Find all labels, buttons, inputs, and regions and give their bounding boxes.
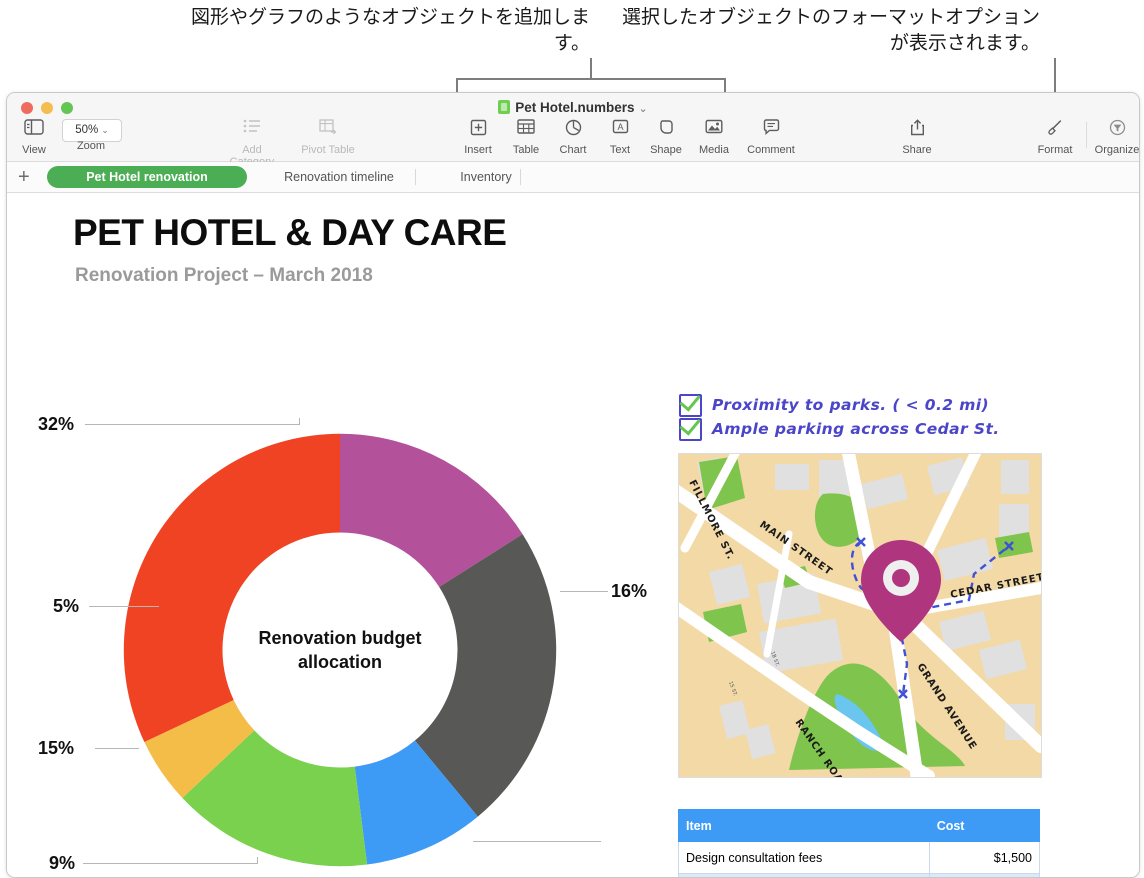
table-row[interactable]: Design consultation fees $1,500 (678, 841, 1041, 874)
table-cell-cost[interactable]: $2,650 (928, 873, 1041, 877)
numbers-window: Pet Hotel.numbers⌄ View 50%⌄ Zoom Add Ca… (6, 92, 1140, 878)
leader-line-5 (89, 606, 159, 607)
chevron-down-icon: ⌄ (101, 125, 109, 135)
toolbar-zoom-label: Zoom (76, 140, 106, 152)
document-title-text: Pet Hotel.numbers (515, 100, 635, 115)
leader-tick-9 (257, 857, 258, 864)
leader-line-23 (473, 841, 601, 842)
window-titlebar: Pet Hotel.numbers⌄ View 50%⌄ Zoom Add Ca… (7, 93, 1140, 168)
table-header-cost[interactable]: Cost (928, 809, 1041, 842)
leader-line-32 (85, 424, 300, 425)
comment-icon (739, 119, 803, 143)
budget-donut-chart[interactable]: Renovation budget allocation (105, 415, 575, 877)
location-map-image[interactable]: FILLMORE ST. MAIN STREET CEDAR STREET RA… (678, 453, 1042, 778)
toolbar-format-button[interactable]: Format (1023, 117, 1087, 156)
page-subtitle: Renovation Project – March 2018 (75, 265, 373, 286)
leader-tick-32 (299, 418, 300, 425)
toolbar-media-button[interactable]: Media (682, 117, 746, 156)
toolbar-add-category-button[interactable]: Add Category (220, 117, 284, 168)
pivot-table-icon (296, 119, 360, 143)
sheet-tab-bar: + Pet Hotel renovation Renovation timeli… (7, 162, 1139, 193)
chart-label-15: 15% (38, 738, 75, 758)
sheet-tab-pet-hotel-renovation[interactable]: Pet Hotel renovation (47, 166, 247, 188)
chart-label-16: 16% (611, 581, 648, 601)
chart-label-9: 9% (49, 853, 76, 873)
toolbar-format-label: Format (1037, 144, 1073, 156)
toolbar-comment-label: Comment (747, 144, 795, 156)
toolbar-pivot-table-label: Pivot Table (301, 144, 355, 156)
leader-line-9 (83, 863, 258, 864)
table-cell-cost[interactable]: $1,500 (928, 841, 1041, 874)
donut-slice[interactable] (123, 433, 340, 743)
checklist-item[interactable]: Ample parking across Cedar St. (679, 417, 1039, 441)
toolbar-view-button[interactable]: View (7, 117, 66, 156)
media-icon (682, 119, 746, 143)
toolbar-comment-button[interactable]: Comment (739, 117, 803, 156)
toolbar-organize-label: Organize (1094, 144, 1140, 156)
chart-label-5: 5% (53, 596, 80, 616)
sidebar-view-icon (7, 119, 66, 143)
sheet-tab-renovation-timeline[interactable]: Renovation timeline (249, 166, 429, 188)
zoom-select[interactable]: 50% ⌄ (62, 119, 122, 142)
document-title[interactable]: Pet Hotel.numbers ⌄ (7, 100, 1139, 115)
table-header-row: Item Cost (678, 809, 1041, 842)
format-brush-icon (1023, 119, 1087, 143)
callout-left-bracket-right (724, 78, 726, 92)
svg-text:A: A (617, 122, 623, 132)
toolbar-share-label: Share (902, 144, 932, 156)
callout-left-text: 図形やグラフのようなオブジェクトを追加します。 (190, 6, 590, 54)
list-icon (220, 119, 284, 143)
leader-line-16 (560, 591, 608, 592)
checklist-item[interactable]: Proximity to parks. ( < 0.2 mi) (679, 393, 1039, 417)
checklist-label: Ample parking across Cedar St. (712, 420, 1000, 438)
toolbar-media-label: Media (699, 144, 729, 156)
table-header-item[interactable]: Item (678, 809, 930, 842)
callout-left-bracket-left (456, 78, 458, 92)
callout-right-text: 選択したオブジェクトのフォーマットオプションが表示されます。 (621, 6, 1040, 54)
budget-table[interactable]: Item Cost Design consultation fees $1,50… (678, 809, 1041, 877)
handwritten-checklist: Proximity to parks. ( < 0.2 mi) Ample pa… (679, 393, 1039, 441)
table-cell-item[interactable]: Design consultation fees (678, 841, 930, 874)
tab-divider (415, 169, 416, 185)
toolbar-view-label: View (22, 144, 46, 156)
sheet-tab-inventory[interactable]: Inventory (419, 166, 553, 188)
toolbar-organize-button[interactable]: Organize (1085, 117, 1140, 156)
table-cell-item[interactable]: Flooring (678, 873, 930, 877)
sheet-canvas: PET HOTEL & DAY CARE Renovation Project … (7, 193, 1139, 877)
table-row[interactable]: Flooring $2,650 (678, 873, 1041, 877)
callout-left-stem (590, 58, 592, 79)
numbers-file-icon (498, 100, 511, 114)
tab-divider (520, 169, 521, 185)
checkbox-checked-icon[interactable] (679, 417, 702, 441)
donut-svg (123, 433, 557, 867)
chart-label-32: 32% (38, 414, 75, 434)
organize-icon (1085, 119, 1139, 143)
checklist-label: Proximity to parks. ( < 0.2 mi) (712, 396, 989, 414)
toolbar-share-button[interactable]: Share (885, 117, 949, 156)
zoom-value: 50% (75, 124, 99, 136)
share-icon (885, 119, 949, 143)
add-sheet-button[interactable]: + (18, 166, 30, 188)
leader-line-15 (95, 748, 139, 749)
chevron-down-icon[interactable]: ⌄ (639, 103, 648, 115)
toolbar-pivot-table-button[interactable]: Pivot Table (296, 117, 360, 156)
page-title: PET HOTEL & DAY CARE (73, 212, 507, 253)
